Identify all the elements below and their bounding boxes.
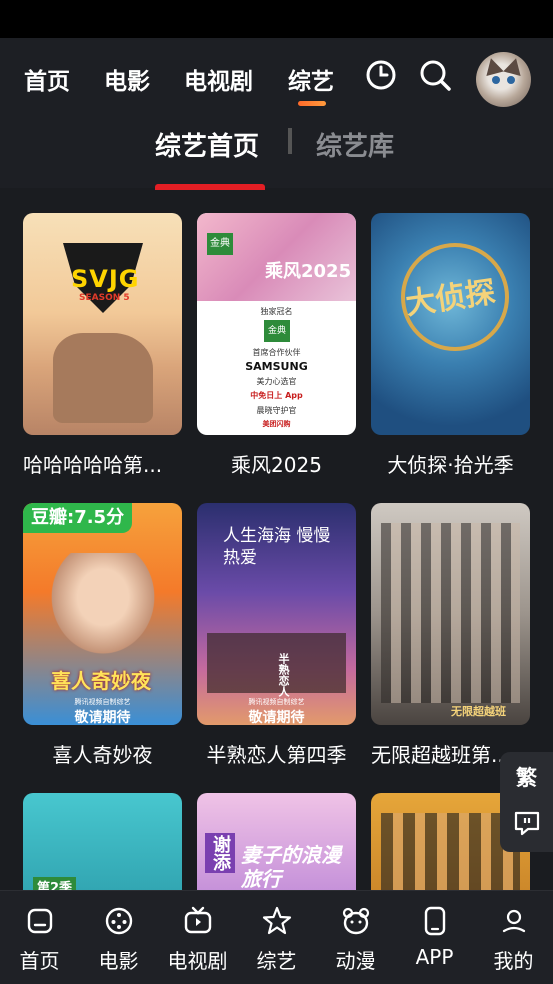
variety-grid: SVJG SEASON 5 哈哈哈哈哈第... 金典 乘风2025 独家冠名 金… [0, 190, 553, 890]
bear-icon [342, 907, 370, 935]
poster-caption: 敬请期待 [248, 710, 305, 725]
show-logo-text: SVJG [71, 265, 140, 293]
bottom-tab-app[interactable]: APP [395, 891, 474, 984]
search-icon[interactable] [418, 58, 452, 92]
cast-photo [43, 553, 163, 663]
top-navigation [0, 38, 553, 188]
poster-image[interactable]: 大侦探 [371, 213, 530, 435]
brand-logo: 金典 [207, 233, 233, 255]
show-logo-text: 无限超越班 [451, 705, 506, 718]
poster-image[interactable]: 无限超越班 [371, 503, 530, 725]
poster-image[interactable]: 喜人奇妙夜 腾讯视频自制综艺 敬请期待 豆瓣:7.5分 [23, 503, 182, 725]
bottom-tab-tv[interactable]: 电视剧 [158, 891, 237, 984]
bottom-tab-anime[interactable]: 动漫 [316, 891, 395, 984]
poster-image[interactable]: 金典 乘风2025 独家冠名 金典 首席合作伙伴 SAMSUNG 美力心选官 中… [197, 213, 356, 435]
sponsor-label: 晨晓守护官 [256, 406, 297, 415]
show-logo-text: 第2季 [33, 877, 77, 890]
card-title[interactable]: 哈哈哈哈哈第... [23, 449, 182, 478]
sponsor-logo: 金典 [264, 320, 290, 342]
nav-tab-home[interactable]: 首页 [24, 62, 70, 96]
cast-group-photo [381, 523, 520, 703]
bottom-tab-label: 首页 [19, 949, 60, 973]
show-logo-sub: SEASON 5 [79, 293, 130, 303]
sponsor-label: 美力心选官 [256, 377, 297, 386]
cast-name: 谢添 [205, 833, 235, 873]
clock-icon[interactable] [364, 58, 398, 92]
poster-image[interactable]: SVJG SEASON 5 [23, 213, 182, 435]
traditional-chinese-toggle[interactable]: 繁 [500, 762, 553, 792]
card-title[interactable]: 大侦探·拾光季 [371, 449, 530, 478]
subtab-variety-library[interactable]: 综艺库 [316, 126, 394, 163]
show-logo-text: 喜人奇妙夜 [51, 669, 151, 693]
sponsor-label: 首席合作伙伴 [252, 348, 301, 357]
variety-card[interactable]: 人生海海 慢慢热爱 半熟恋人 腾讯视频自制综艺 敬请期待 半熟恋人第四季 [197, 503, 356, 767]
variety-card[interactable]: 第2季 [23, 793, 182, 890]
card-title[interactable]: 喜人奇妙夜 [23, 739, 182, 768]
card-title[interactable]: 半熟恋人第四季 [197, 739, 356, 768]
home-icon [27, 908, 53, 934]
poster-caption: 腾讯视频自制综艺 [248, 698, 305, 706]
variety-card[interactable]: 谢添 妻子的浪漫旅行 [197, 793, 356, 890]
variety-card[interactable]: 无限超越班 无限超越班第... [371, 503, 530, 767]
star-icon [262, 906, 292, 935]
bottom-tab-label: 综艺 [256, 949, 297, 973]
feedback-icon[interactable] [513, 810, 541, 836]
card-title[interactable]: 乘风2025 [197, 449, 356, 478]
variety-card[interactable]: 大侦探 大侦探·拾光季 [371, 213, 530, 477]
user-icon [502, 909, 526, 933]
variety-card[interactable]: 金典 乘风2025 独家冠名 金典 首席合作伙伴 SAMSUNG 美力心选官 中… [197, 213, 356, 477]
sponsor-label: 独家冠名 [260, 307, 293, 316]
bottom-tab-label: APP [415, 945, 454, 969]
poster-image[interactable]: 谢添 妻子的浪漫旅行 [197, 793, 356, 890]
sponsor-name: 中免日上 App [250, 391, 303, 400]
tv-icon [184, 906, 212, 934]
bottom-tab-movie[interactable]: 电影 [79, 891, 158, 984]
bottom-tab-home[interactable]: 首页 [0, 891, 79, 984]
nav-tab-movie[interactable]: 电影 [104, 62, 150, 96]
bottom-tab-profile[interactable]: 我的 [474, 891, 553, 984]
bottom-tab-label: 我的 [493, 949, 534, 973]
show-logo-text: 乘风2025 [265, 261, 352, 282]
avatar[interactable] [476, 52, 531, 107]
active-tab-indicator [298, 101, 326, 106]
rating-badge: 豆瓣:7.5分 [23, 503, 133, 533]
poster-caption: 腾讯视频自制综艺 [74, 698, 131, 706]
bottom-tab-variety[interactable]: 综艺 [237, 891, 316, 984]
bottom-navigation: 首页 电影 电视剧 综艺 动漫 APP 我的 [0, 890, 553, 984]
poster-image[interactable]: 人生海海 慢慢热爱 半熟恋人 腾讯视频自制综艺 敬请期待 [197, 503, 356, 725]
sponsor-name: SAMSUNG [245, 360, 308, 373]
rock-figure [53, 333, 153, 423]
show-logo-text: 妻子的浪漫旅行 [241, 843, 341, 890]
nav-tab-tv[interactable]: 电视剧 [184, 62, 253, 96]
poster-caption: 敬请期待 [74, 710, 131, 725]
poster-image[interactable]: 第2季 [23, 793, 182, 890]
film-reel-icon [105, 907, 133, 935]
status-bar [0, 0, 553, 38]
phone-icon [424, 906, 446, 936]
nav-tab-variety[interactable]: 综艺 [288, 62, 334, 96]
side-tools: 繁 [500, 752, 553, 852]
sponsor-name: 美团闪购 [262, 420, 291, 428]
subtab-divider [288, 128, 292, 154]
bottom-tab-label: 动漫 [335, 949, 376, 973]
variety-card[interactable]: 喜人奇妙夜 腾讯视频自制综艺 敬请期待 豆瓣:7.5分 喜人奇妙夜 [23, 503, 182, 767]
subtab-variety-home[interactable]: 综艺首页 [155, 126, 259, 163]
bottom-tab-label: 电视剧 [167, 949, 228, 973]
variety-card[interactable]: SVJG SEASON 5 哈哈哈哈哈第... [23, 213, 182, 477]
poster-slogan: 人生海海 慢慢热爱 [223, 526, 331, 568]
bottom-tab-label: 电影 [98, 949, 139, 973]
show-logo-text: 半熟恋人 [277, 653, 290, 697]
